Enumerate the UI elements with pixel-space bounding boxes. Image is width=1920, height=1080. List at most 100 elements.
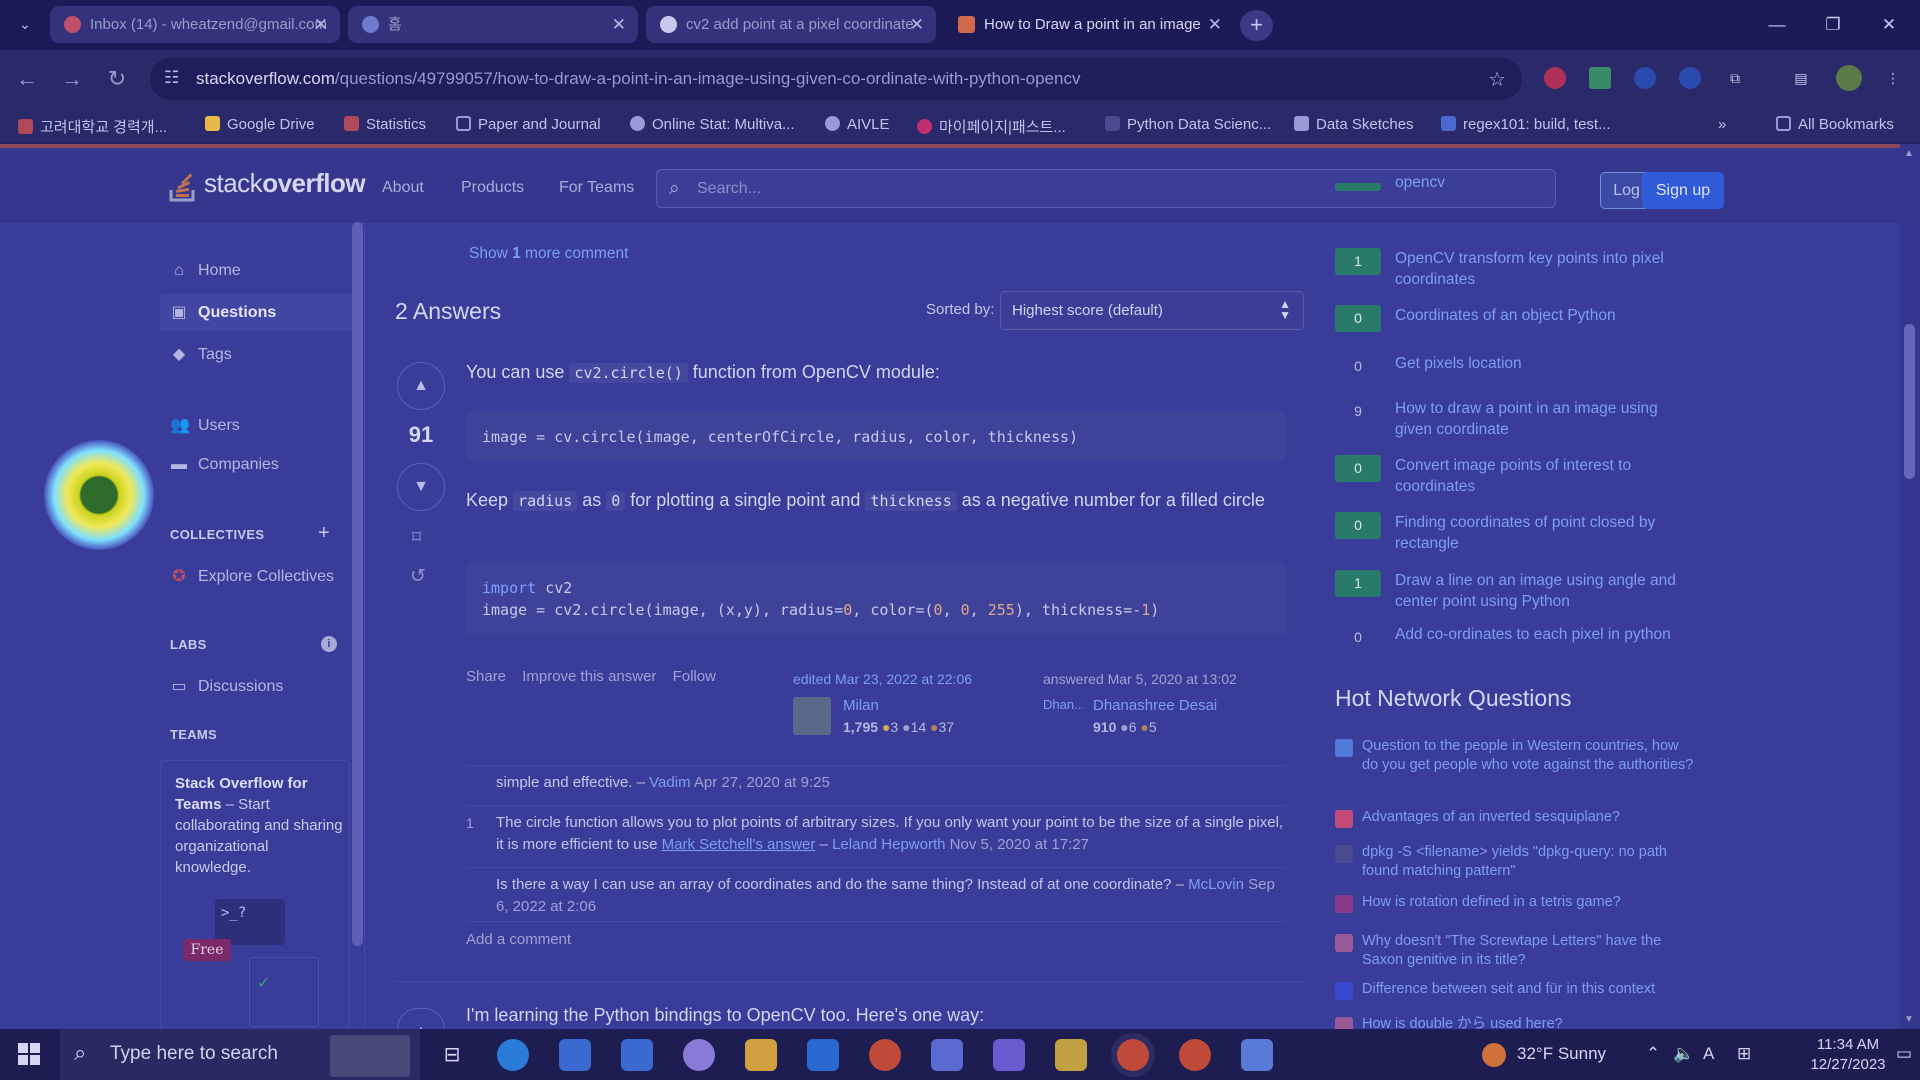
taskbar-clock[interactable]: 11:34 AM 12/27/2023 <box>1808 1035 1888 1075</box>
back-icon[interactable]: ← <box>12 64 42 94</box>
bookmark-item[interactable]: 마이페이지|패스트... <box>917 116 1066 137</box>
improve-answer-link[interactable]: Improve this answer <box>522 668 656 685</box>
menu-dots-icon[interactable]: ⋮ <box>1882 67 1904 89</box>
chrome-icon[interactable] <box>869 1039 901 1071</box>
editor-avatar[interactable] <box>793 697 831 735</box>
forward-icon[interactable]: → <box>57 64 87 94</box>
related-question-link[interactable]: Add co-ordinates to each pixel in python <box>1395 624 1695 645</box>
sidebar-item-discussions[interactable]: ▭ Discussions <box>170 676 283 696</box>
sidebar-scrollbar[interactable] <box>352 222 363 946</box>
side-panel-icon[interactable]: ▤ <box>1790 67 1812 89</box>
more-bookmarks-button[interactable]: » <box>1718 116 1726 133</box>
chrome-profile-icon[interactable] <box>1179 1039 1211 1071</box>
bookmark-item[interactable]: Data Sketches <box>1294 116 1414 133</box>
author-name[interactable]: Dhanashree Desai <box>1093 697 1217 714</box>
upvote-button[interactable]: ▲ <box>397 362 445 410</box>
hot-question-link[interactable]: Why doesn't "The Screwtape Letters" have… <box>1362 932 1698 970</box>
nav-about[interactable]: About <box>382 179 424 197</box>
extensions-puzzle-icon[interactable]: ⧉ <box>1724 67 1746 89</box>
bookmark-folder[interactable]: Paper and Journal <box>456 116 601 133</box>
volume-icon[interactable]: 🔈 <box>1673 1044 1694 1064</box>
related-question-link[interactable]: OpenCV transform key points into pixel c… <box>1395 248 1695 290</box>
bookmark-item[interactable]: regex101: build, test... <box>1441 116 1611 133</box>
edited-timestamp[interactable]: edited Mar 23, 2022 at 22:06 <box>793 671 972 687</box>
hot-question-link[interactable]: Difference between seit and für in this … <box>1362 980 1698 999</box>
hot-question-link[interactable]: Advantages of an inverted sesquiplane? <box>1362 808 1698 827</box>
scrollbar-thumb[interactable] <box>1904 324 1915 479</box>
shield-extension-icon[interactable] <box>1634 67 1656 89</box>
site-info-icon[interactable]: ☷ <box>164 68 179 88</box>
page-scrollbar[interactable]: ▲ ▼ <box>1900 144 1920 1029</box>
sidebar-item-tags[interactable]: ◆ Tags <box>170 344 232 364</box>
add-collective-icon[interactable]: + <box>318 522 330 545</box>
scroll-up-icon[interactable]: ▲ <box>1904 148 1914 159</box>
tab-google-search[interactable]: cv2 add point at a pixel coordinate ✕ <box>646 6 936 43</box>
bookmark-star-icon[interactable]: ☆ <box>1488 67 1506 92</box>
address-bar[interactable]: ☷ stackoverflow.com/questions/49799057/h… <box>150 58 1522 100</box>
hot-question-link[interactable]: Question to the people in Western countr… <box>1362 737 1698 775</box>
sidebar-item-home[interactable]: ⌂ Home <box>170 262 241 280</box>
comment-user-link[interactable]: Vadim <box>649 774 690 791</box>
stackoverflow-logo[interactable]: stackoverflow <box>168 168 366 202</box>
notifications-icon[interactable]: ▭ <box>1896 1044 1912 1064</box>
weather-text[interactable]: 32°F Sunny <box>1517 1044 1606 1064</box>
sidebar-item-companies[interactable]: ▬ Companies <box>170 456 279 474</box>
bookmark-item[interactable]: Google Drive <box>205 116 315 133</box>
extension-icon[interactable] <box>1544 67 1566 89</box>
tab-home[interactable]: 홈 ✕ <box>348 6 638 43</box>
reload-icon[interactable]: ↻ <box>102 64 132 94</box>
share-link[interactable]: Share <box>466 668 506 685</box>
tab-search-chevron-icon[interactable]: ⌄ <box>10 9 40 39</box>
related-question-link[interactable]: opencv <box>1395 172 1695 193</box>
teams-icon[interactable] <box>993 1039 1025 1071</box>
close-tab-icon[interactable]: ✕ <box>910 6 924 43</box>
store-icon[interactable] <box>559 1039 591 1071</box>
new-tab-button[interactable]: + <box>1240 10 1273 41</box>
sidebar-item-questions[interactable]: ▣ Questions <box>160 294 352 331</box>
profile-avatar[interactable] <box>1836 65 1862 91</box>
mail-icon[interactable] <box>621 1039 653 1071</box>
chrome-active-icon[interactable] <box>1117 1039 1149 1071</box>
follow-link[interactable]: Follow <box>673 668 716 685</box>
bookmark-item[interactable]: Python Data Scienc... <box>1105 116 1271 133</box>
ime-icon[interactable]: A <box>1703 1044 1714 1064</box>
nav-products[interactable]: Products <box>461 179 524 197</box>
minimize-icon[interactable]: — <box>1764 12 1790 38</box>
windows-start-icon[interactable] <box>18 1043 40 1065</box>
editor-name[interactable]: Milan <box>843 697 879 714</box>
related-question-link[interactable]: How to draw a point in an image using gi… <box>1395 398 1695 440</box>
comment-user-link[interactable]: Leland Hepworth <box>832 836 945 853</box>
edge-icon[interactable] <box>497 1039 529 1071</box>
close-tab-icon[interactable]: ✕ <box>1208 6 1222 43</box>
scroll-down-icon[interactable]: ▼ <box>1904 1014 1914 1025</box>
extension-icon[interactable] <box>1589 67 1611 89</box>
bookmark-item[interactable]: 고려대학교 경력개... <box>18 116 167 137</box>
related-question-link[interactable]: Get pixels location <box>1395 353 1695 374</box>
bookmark-item[interactable]: Online Stat: Multiva... <box>630 116 795 133</box>
close-tab-icon[interactable]: ✕ <box>612 6 626 43</box>
bookmark-item[interactable]: AIVLE <box>825 116 890 133</box>
close-tab-icon[interactable]: ✕ <box>314 6 328 43</box>
url-text[interactable]: stackoverflow.com/questions/49799057/how… <box>196 58 1080 100</box>
hot-question-link[interactable]: How is rotation defined in a tetris game… <box>1362 893 1698 912</box>
bookmark-item[interactable]: Statistics <box>344 116 426 133</box>
add-comment-link[interactable]: Add a comment <box>466 921 1286 948</box>
show-more-comments-link[interactable]: Show 1 more comment <box>469 245 628 263</box>
vscode-icon[interactable] <box>807 1039 839 1071</box>
related-question-link[interactable]: Draw a line on an image using angle and … <box>1395 570 1695 612</box>
weather-sun-icon[interactable] <box>1482 1043 1506 1067</box>
hot-question-link[interactable]: dpkg -S <filename> yields "dpkg-query: n… <box>1362 843 1698 881</box>
history-icon[interactable]: ↺ <box>410 565 426 588</box>
comment-answer-link[interactable]: Mark Setchell's answer <box>662 836 816 853</box>
tab-stackoverflow[interactable]: How to Draw a point in an image ✕ <box>944 6 1234 43</box>
downvote-button[interactable]: ▼ <box>397 463 445 511</box>
tab-gmail[interactable]: Inbox (14) - wheatzend@gmail.com ✕ <box>50 6 340 43</box>
restore-icon[interactable]: ❐ <box>1820 12 1846 38</box>
bookmark-icon[interactable]: ⌑ <box>412 527 421 548</box>
vpn-extension-icon[interactable] <box>1679 67 1701 89</box>
comment-user-link[interactable]: McLovin <box>1188 876 1244 893</box>
sort-select[interactable]: Highest score (default) ▲ ▼ <box>1000 291 1304 330</box>
app-icon[interactable] <box>1241 1039 1273 1071</box>
info-icon[interactable]: i <box>321 636 337 652</box>
close-window-icon[interactable]: ✕ <box>1876 12 1902 38</box>
